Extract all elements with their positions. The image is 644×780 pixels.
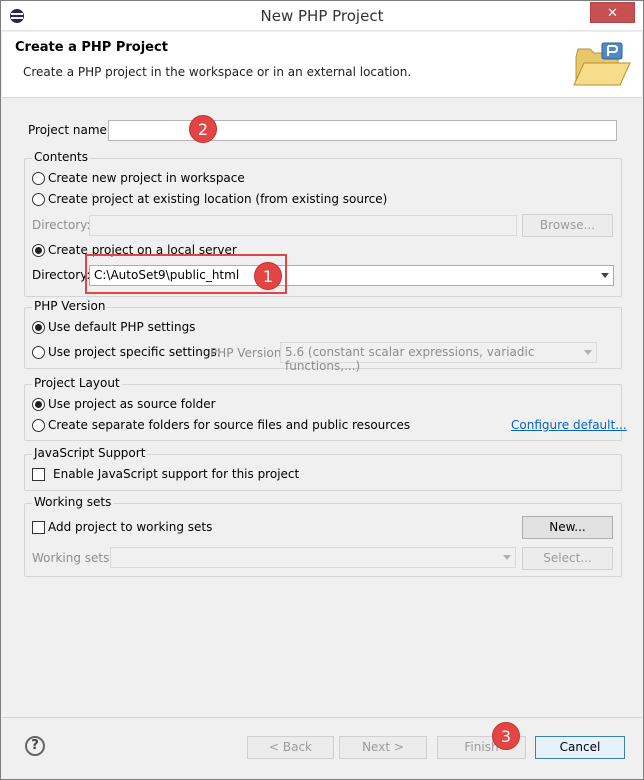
working-sets-group-title: Working sets xyxy=(32,495,114,509)
working-sets-checkbox[interactable] xyxy=(32,521,45,534)
footer-separator xyxy=(2,717,642,718)
wizard-banner: Create a PHP Project Create a PHP projec… xyxy=(2,32,642,98)
chevron-down-icon xyxy=(601,273,609,278)
project-layout-group: Project Layout xyxy=(24,376,622,441)
back-button: < Back xyxy=(247,736,334,759)
chevron-down-icon xyxy=(584,350,592,355)
option-source-folder-label: Use project as source folder xyxy=(48,397,216,411)
project-name-input[interactable] xyxy=(108,120,617,141)
directory-disabled-label: Directory: xyxy=(32,218,91,232)
working-sets-label: Working sets: xyxy=(32,551,114,565)
project-layout-group-title: Project Layout xyxy=(32,376,122,390)
help-icon[interactable]: ? xyxy=(25,736,45,756)
javascript-checkbox-label: Enable JavaScript support for this proje… xyxy=(53,467,300,481)
configure-default-link[interactable]: Configure default... xyxy=(511,418,627,432)
option-existing-label: Create project at existing location (fro… xyxy=(48,192,388,206)
cancel-button[interactable]: Cancel xyxy=(535,736,625,759)
annotation-badge-1: 1 xyxy=(254,262,282,290)
directory-label: Directory: xyxy=(32,268,91,282)
contents-group-title: Contents xyxy=(32,150,90,164)
banner-description: Create a PHP project in the workspace or… xyxy=(23,65,412,79)
directory-disabled-input xyxy=(89,215,517,236)
radio-specific-php[interactable] xyxy=(32,346,45,359)
javascript-checkbox[interactable] xyxy=(32,468,45,481)
javascript-group-title: JavaScript Support xyxy=(32,446,148,460)
window-title: New PHP Project xyxy=(260,7,384,25)
working-sets-checkbox-label: Add project to working sets xyxy=(48,520,213,534)
project-name-label: Project name: xyxy=(28,123,111,137)
close-button[interactable]: ✕ xyxy=(590,2,635,23)
radio-separate-folders[interactable] xyxy=(32,419,45,432)
radio-new-project[interactable] xyxy=(32,172,45,185)
php-folder-icon xyxy=(573,42,631,86)
chevron-down-icon xyxy=(503,555,511,560)
next-button: Next > xyxy=(339,736,427,759)
radio-source-folder[interactable] xyxy=(32,398,45,411)
option-separate-folders-label: Create separate folders for source files… xyxy=(48,418,411,432)
radio-default-php[interactable] xyxy=(32,321,45,334)
option-default-php-label: Use default PHP settings xyxy=(48,320,196,334)
working-sets-combo xyxy=(110,547,516,568)
option-new-project-label: Create new project in workspace xyxy=(48,171,245,185)
php-version-group-title: PHP Version xyxy=(32,299,108,313)
title-bar[interactable]: New PHP Project ✕ xyxy=(1,1,643,31)
banner-title: Create a PHP Project xyxy=(15,40,168,55)
option-specific-php-label: Use project specific settings: xyxy=(48,345,221,359)
annotation-badge-3: 3 xyxy=(492,722,520,750)
new-working-set-button[interactable]: New... xyxy=(522,516,613,539)
radio-local-server[interactable] xyxy=(32,244,45,257)
php-version-combo: 5.6 (constant scalar expressions, variad… xyxy=(280,342,597,373)
select-working-sets-button: Select... xyxy=(522,547,613,570)
dialog-window: New PHP Project ✕ Create a PHP Project C… xyxy=(0,0,644,780)
browse-button: Browse... xyxy=(522,214,613,237)
php-version-label: PHP Version: xyxy=(210,346,286,360)
annotation-badge-2: 2 xyxy=(189,115,217,143)
radio-existing-location[interactable] xyxy=(32,193,45,206)
